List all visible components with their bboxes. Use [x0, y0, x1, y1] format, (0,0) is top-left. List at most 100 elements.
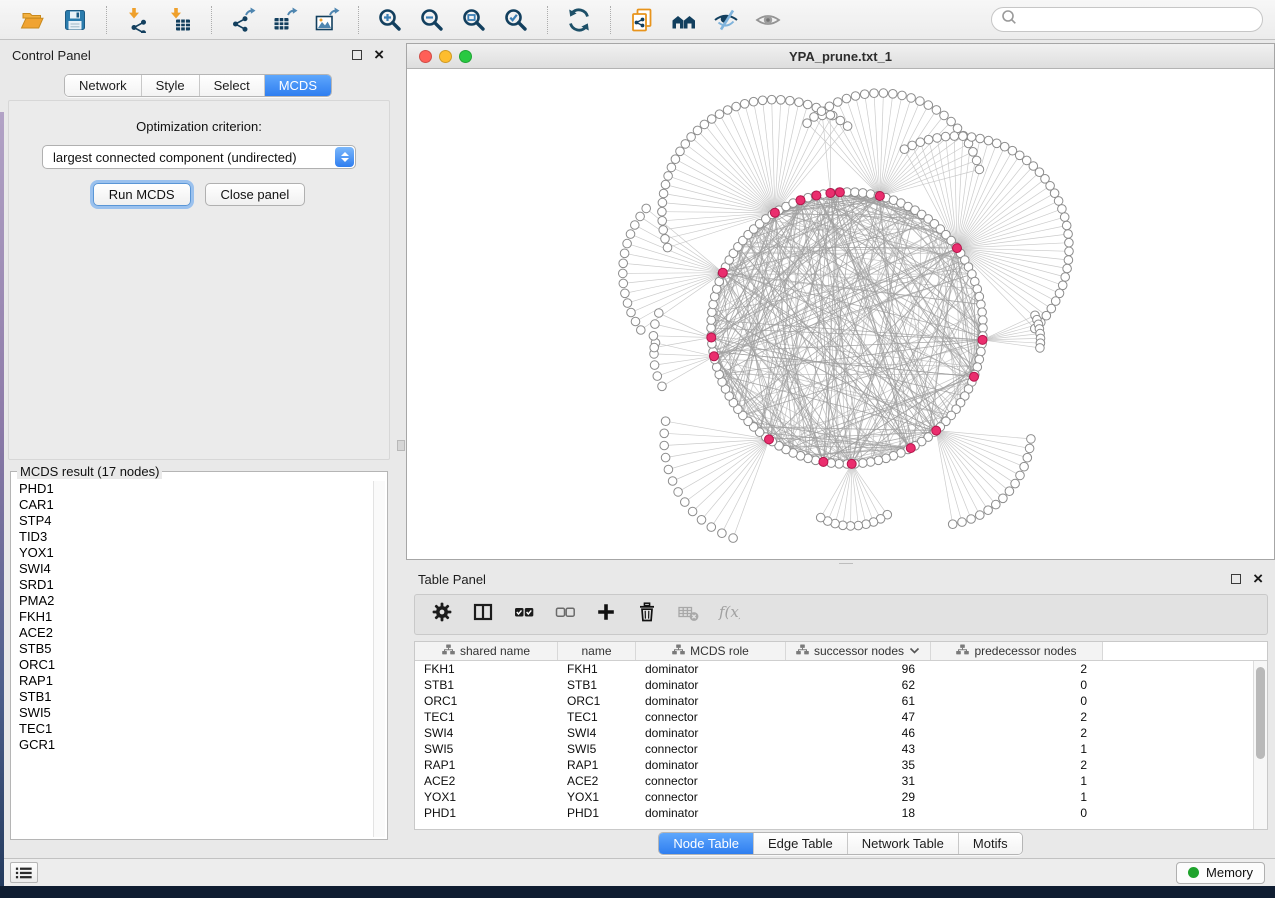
leaf-node[interactable]: [958, 518, 967, 527]
zoom-out-button[interactable]: [416, 4, 448, 36]
leaf-node[interactable]: [1025, 444, 1034, 453]
leaf-node[interactable]: [1061, 273, 1070, 282]
cell-successor-nodes[interactable]: 18: [786, 806, 931, 820]
memory-button[interactable]: Memory: [1176, 862, 1265, 884]
cell-name[interactable]: ACE2: [558, 774, 636, 788]
leaf-node[interactable]: [1054, 197, 1063, 206]
mcds-node[interactable]: [812, 191, 821, 200]
leaf-node[interactable]: [1020, 462, 1029, 471]
leaf-node[interactable]: [803, 100, 812, 109]
leaf-node[interactable]: [661, 180, 670, 189]
leaf-node[interactable]: [992, 500, 1001, 509]
mcds-result-item[interactable]: SWI4: [19, 561, 371, 577]
leaf-node[interactable]: [681, 140, 690, 149]
column-header-MCDS-role[interactable]: MCDS role: [636, 642, 786, 660]
leaf-node[interactable]: [817, 107, 826, 116]
leaf-node[interactable]: [940, 111, 949, 120]
leaf-node[interactable]: [870, 89, 879, 98]
cell-name[interactable]: ORC1: [558, 694, 636, 708]
leaf-node[interactable]: [916, 97, 925, 106]
tab-mcds[interactable]: MCDS: [264, 75, 331, 96]
leaf-node[interactable]: [767, 95, 776, 104]
table-row[interactable]: SWI5SWI5connector431: [415, 741, 1267, 757]
leaf-node[interactable]: [972, 156, 981, 165]
ring-node[interactable]: [979, 324, 988, 333]
cell-successor-nodes[interactable]: 46: [786, 726, 931, 740]
zoom-in-button[interactable]: [374, 4, 406, 36]
cell-successor-nodes[interactable]: 43: [786, 742, 931, 756]
cell-predecessor-nodes[interactable]: 1: [931, 774, 1103, 788]
mcds-result-item[interactable]: ACE2: [19, 625, 371, 641]
mcds-result-item[interactable]: TEC1: [19, 721, 371, 737]
leaf-node[interactable]: [658, 198, 667, 207]
export-network-button[interactable]: [227, 4, 259, 36]
cell-shared-name[interactable]: SWI5: [415, 742, 558, 756]
save-session-button[interactable]: [59, 4, 91, 36]
cell-predecessor-nodes[interactable]: 2: [931, 662, 1103, 676]
leaf-node[interactable]: [795, 98, 804, 107]
hide-selected-button[interactable]: [710, 4, 742, 36]
cell-successor-nodes[interactable]: 29: [786, 790, 931, 804]
leaf-node[interactable]: [1063, 264, 1072, 273]
leaf-node[interactable]: [619, 259, 628, 268]
table-row[interactable]: SWI4SWI4dominator462: [415, 725, 1267, 741]
table-row[interactable]: TEC1TEC1connector472: [415, 709, 1267, 725]
mcds-node[interactable]: [906, 444, 915, 453]
leaf-node[interactable]: [816, 513, 825, 522]
leaf-node[interactable]: [1055, 289, 1064, 298]
leaf-node[interactable]: [803, 119, 812, 128]
mcds-result-item[interactable]: RAP1: [19, 673, 371, 689]
leaf-node[interactable]: [1058, 281, 1067, 290]
cell-successor-nodes[interactable]: 31: [786, 774, 931, 788]
clone-network-button[interactable]: [626, 4, 658, 36]
ring-node[interactable]: [874, 456, 883, 465]
first-neighbors-button[interactable]: [668, 4, 700, 36]
cell-MCDS-role[interactable]: dominator: [636, 758, 786, 772]
leaf-node[interactable]: [862, 520, 871, 529]
leaf-node[interactable]: [664, 465, 673, 474]
open-session-button[interactable]: [17, 4, 49, 36]
leaf-node[interactable]: [707, 523, 716, 532]
leaf-node[interactable]: [967, 515, 976, 524]
column-header-name[interactable]: name: [558, 642, 636, 660]
leaf-node[interactable]: [879, 89, 888, 98]
cell-MCDS-role[interactable]: connector: [636, 774, 786, 788]
splitter-handle[interactable]: [397, 440, 405, 451]
cell-predecessor-nodes[interactable]: 1: [931, 790, 1103, 804]
cell-predecessor-nodes[interactable]: 2: [931, 710, 1103, 724]
table-row[interactable]: ORC1ORC1dominator610: [415, 693, 1267, 709]
leaf-node[interactable]: [687, 133, 696, 142]
leaf-node[interactable]: [627, 308, 636, 317]
tab-network[interactable]: Network: [65, 75, 141, 96]
leaf-node[interactable]: [1064, 256, 1073, 265]
minimize-window-icon[interactable]: [439, 50, 452, 63]
leaf-node[interactable]: [851, 92, 860, 101]
leaf-node[interactable]: [637, 326, 646, 335]
cell-shared-name[interactable]: FKH1: [415, 662, 558, 676]
leaf-node[interactable]: [786, 96, 795, 105]
leaf-node[interactable]: [715, 110, 724, 119]
leaf-node[interactable]: [900, 145, 909, 154]
cell-shared-name[interactable]: STB1: [415, 678, 558, 692]
cell-successor-nodes[interactable]: 35: [786, 758, 931, 772]
leaf-node[interactable]: [992, 139, 1001, 148]
leaf-node[interactable]: [661, 453, 670, 462]
mcds-node[interactable]: [875, 192, 884, 201]
leaf-node[interactable]: [826, 111, 835, 120]
leaf-node[interactable]: [976, 134, 985, 143]
import-table-button[interactable]: [164, 4, 196, 36]
leaf-node[interactable]: [650, 361, 659, 370]
leaf-node[interactable]: [653, 372, 662, 381]
leaf-node[interactable]: [661, 417, 670, 426]
ring-node[interactable]: [707, 316, 716, 325]
mcds-result-item[interactable]: CAR1: [19, 497, 371, 513]
leaf-node[interactable]: [621, 289, 630, 298]
cell-name[interactable]: PHD1: [558, 806, 636, 820]
leaf-node[interactable]: [959, 132, 968, 141]
cell-successor-nodes[interactable]: 61: [786, 694, 931, 708]
mcds-node[interactable]: [970, 372, 979, 381]
leaf-node[interactable]: [1036, 344, 1045, 353]
leaf-node[interactable]: [729, 534, 738, 543]
mcds-result-item[interactable]: SWI5: [19, 705, 371, 721]
cell-predecessor-nodes[interactable]: 0: [931, 806, 1103, 820]
